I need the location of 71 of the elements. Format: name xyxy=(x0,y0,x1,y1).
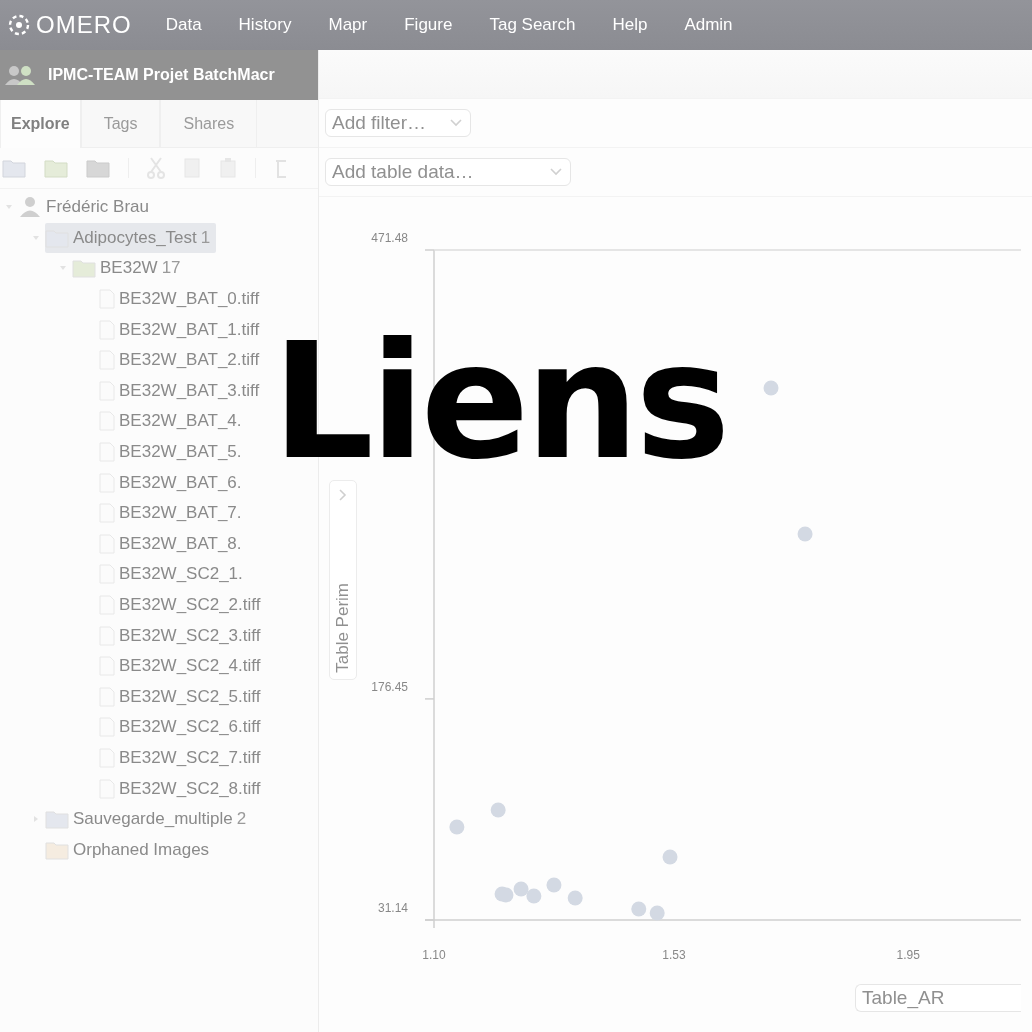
user-icon xyxy=(18,196,42,219)
x-tick-label: 1.10 xyxy=(422,948,446,962)
data-point[interactable] xyxy=(526,888,542,904)
tree-item[interactable]: BE32W_SC2_8.tiff xyxy=(99,773,267,804)
x-tick-label: 1.95 xyxy=(896,948,920,962)
data-point[interactable] xyxy=(662,849,678,865)
group-name: IPMC-TEAM Projet BatchMacr xyxy=(48,66,275,84)
cut-icon[interactable] xyxy=(147,157,165,179)
x-axis-dropdown[interactable]: Table_AR xyxy=(855,984,1021,1012)
tree-item[interactable]: Sauvegarde_multiple 2 xyxy=(45,804,253,835)
filter-dropdown[interactable]: Add filter… xyxy=(325,109,471,137)
data-point[interactable] xyxy=(649,905,665,921)
chevron-down-icon xyxy=(450,119,462,127)
tree-item[interactable]: BE32W_SC2_5.tiff xyxy=(99,681,267,712)
tree-item[interactable]: BE32W_BAT_0.tiff xyxy=(99,284,266,315)
menu-link[interactable]: Mapr xyxy=(328,15,368,35)
folder-icon[interactable] xyxy=(2,158,26,178)
tree-item[interactable]: BE32W_SC2_6.tiff xyxy=(99,712,267,743)
folder-icon xyxy=(45,227,69,248)
tree-item[interactable]: BE32W_BAT_7. xyxy=(99,498,248,529)
menu-link[interactable]: Help xyxy=(612,15,648,35)
handwritten-text: Liens xyxy=(272,322,727,482)
folder-icon xyxy=(45,809,69,830)
menu-link[interactable]: History xyxy=(238,15,292,35)
menu-link[interactable]: Data xyxy=(165,15,202,35)
tab[interactable]: Tags xyxy=(80,100,161,148)
chevron-down-icon xyxy=(550,168,562,176)
tree-item[interactable]: BE32W_BAT_1.tiff xyxy=(99,314,266,345)
tree-item[interactable]: Adipocytes_Test 1 xyxy=(45,222,217,253)
tree-item[interactable]: Frédéric Brau xyxy=(18,192,155,223)
data-point[interactable] xyxy=(449,819,465,835)
data-point[interactable] xyxy=(763,380,779,396)
tree-item[interactable]: BE32W_BAT_5. xyxy=(99,437,248,468)
folder-icon xyxy=(45,839,69,860)
folder-icon[interactable] xyxy=(86,158,110,178)
menu-link[interactable]: Tag Search xyxy=(489,15,576,35)
folder-icon xyxy=(72,258,96,279)
menu-link[interactable]: Admin xyxy=(684,15,733,35)
data-point[interactable] xyxy=(513,881,529,897)
tree-item[interactable]: BE32W_SC2_3.tiff xyxy=(99,620,267,651)
chevron-right-icon xyxy=(339,489,347,501)
tree-item[interactable]: BE32W_BAT_6. xyxy=(99,467,248,498)
tree-item[interactable]: BE32W_SC2_1. xyxy=(99,559,249,590)
data-point[interactable] xyxy=(546,877,562,893)
y-tick-label: 31.14 xyxy=(377,901,408,915)
tab[interactable]: Explore xyxy=(0,100,81,148)
tree-item[interactable]: BE32W 17 xyxy=(72,253,187,284)
folder-icon[interactable] xyxy=(44,158,68,178)
y-axis-title: Table Perim xyxy=(333,583,353,673)
users-icon xyxy=(4,64,38,86)
data-point[interactable] xyxy=(490,802,506,818)
logo-icon xyxy=(8,14,30,36)
y-tick-label: 176.45 xyxy=(371,679,408,694)
tree-item[interactable]: BE32W_BAT_3.tiff xyxy=(99,375,266,406)
table-data-dropdown[interactable]: Add table data… xyxy=(325,158,571,186)
logo-text: OMERO xyxy=(36,11,132,39)
tree-item[interactable]: Orphaned Images xyxy=(45,834,216,865)
x-tick-label: 1.53 xyxy=(662,948,686,962)
tree-item[interactable]: BE32W_BAT_8. xyxy=(99,528,248,559)
tree-item[interactable]: BE32W_SC2_4.tiff xyxy=(99,651,267,682)
data-point[interactable] xyxy=(567,890,583,906)
y-tick-label: 471.48 xyxy=(371,231,408,245)
tree-item[interactable]: BE32W_BAT_4. xyxy=(99,406,248,437)
tree-item[interactable]: BE32W_SC2_7.tiff xyxy=(99,743,267,773)
tab[interactable]: Shares xyxy=(160,100,258,148)
y-axis-dropdown[interactable]: Table Perim xyxy=(329,480,357,680)
data-point[interactable] xyxy=(631,901,647,917)
tree-item[interactable]: BE32W_BAT_2.tiff xyxy=(99,345,266,376)
tree-item[interactable]: BE32W_SC2_2.tiff xyxy=(99,590,267,620)
data-point[interactable] xyxy=(797,526,813,542)
menu-link[interactable]: Figure xyxy=(404,15,453,35)
